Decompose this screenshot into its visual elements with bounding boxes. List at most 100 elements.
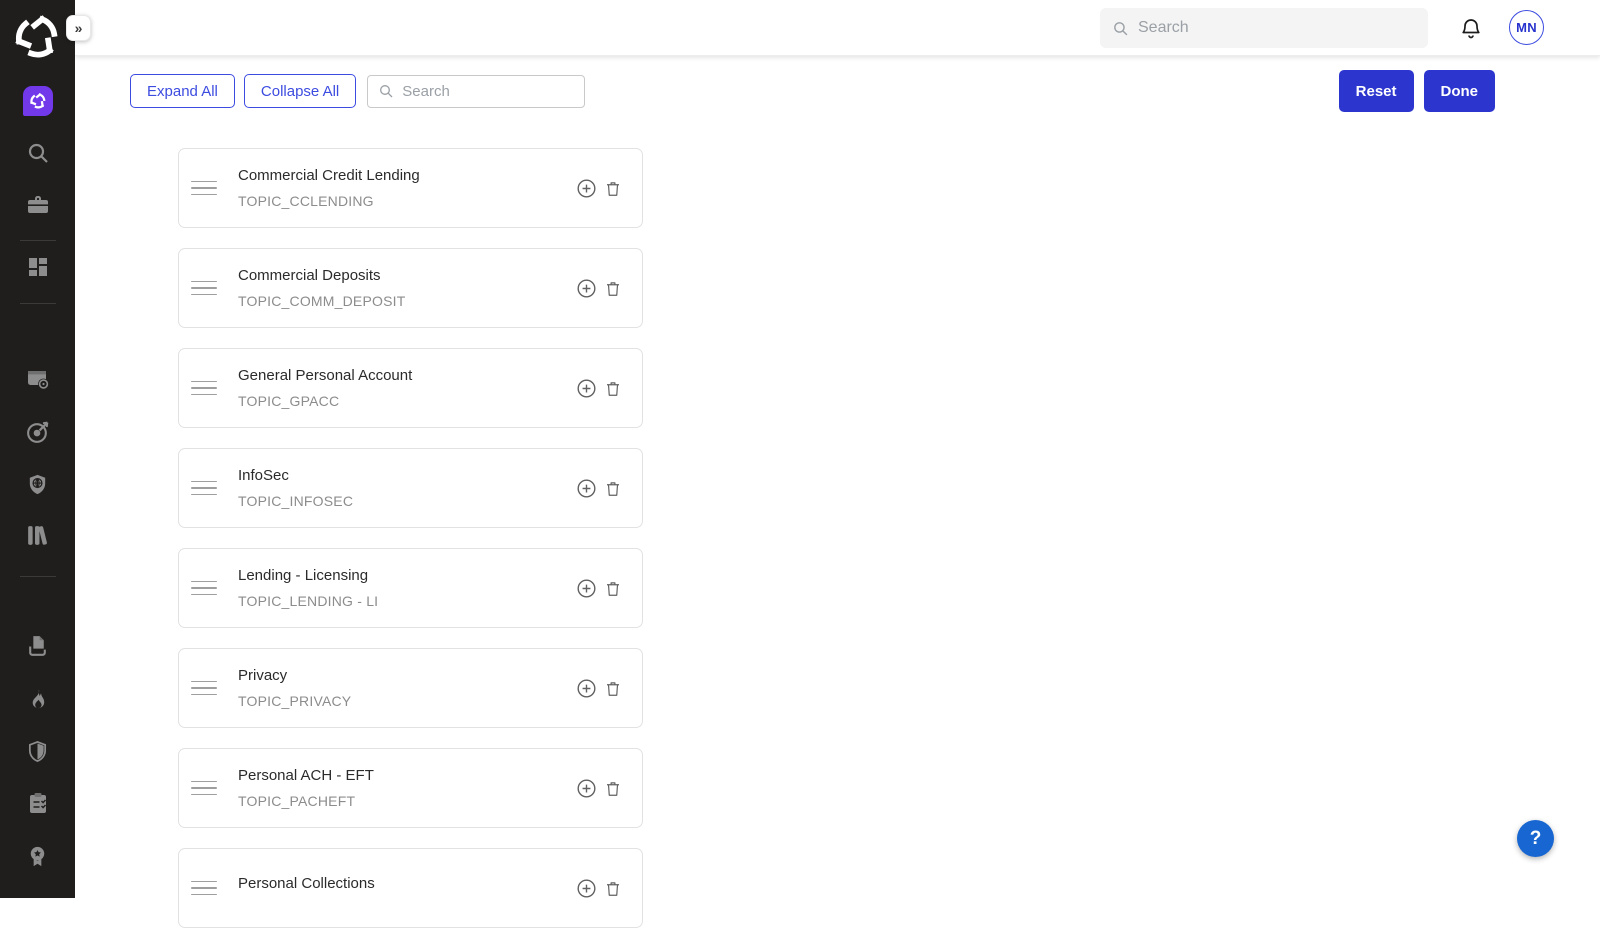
search-icon [1112,20,1129,37]
help-button[interactable]: ? [1517,820,1554,857]
sidebar-item-dashboard[interactable] [0,255,75,279]
sidebar-item-hot-items[interactable] [0,688,75,711]
top-header: Search MN [75,0,1600,56]
done-button[interactable]: Done [1424,70,1496,112]
clipboard-tasks-icon [26,791,50,815]
collapse-all-button[interactable]: Collapse All [244,74,356,108]
topic-title: Commercial Deposits [238,267,576,284]
drag-handle-icon[interactable] [191,581,217,596]
bell-icon [1459,16,1483,40]
add-topic-button[interactable] [576,578,597,599]
drag-handle-icon[interactable] [191,181,217,196]
trash-icon [604,179,622,198]
topic-list: Commercial Credit Lending TOPIC_CCLENDIN… [178,148,643,928]
global-search-placeholder: Search [1138,19,1189,37]
company-logo[interactable] [12,12,62,62]
delete-topic-button[interactable] [604,779,622,798]
dashboard-icon [26,255,50,279]
delete-topic-button[interactable] [604,579,622,598]
topic-code: TOPIC_PRIVACY [238,693,576,709]
trash-icon [604,779,622,798]
sidebar-item-protection[interactable] [0,740,75,763]
search-icon [26,141,50,165]
sidebar-expand-button[interactable]: » [66,15,91,41]
sidebar-item-assistant[interactable] [0,86,75,116]
topic-card: Lending - Licensing TOPIC_LENDING - LI [178,548,643,628]
plus-circle-icon [576,578,597,599]
add-topic-button[interactable] [576,478,597,499]
topic-title: Personal ACH - EFT [238,767,576,784]
topic-title: Privacy [238,667,576,684]
add-topic-button[interactable] [576,278,597,299]
trash-icon [604,679,622,698]
plus-circle-icon [576,478,597,499]
sidebar-item-goals[interactable] [0,420,75,445]
topic-code: TOPIC_INFOSEC [238,493,576,509]
reset-button[interactable]: Reset [1339,70,1414,112]
delete-topic-button[interactable] [604,879,622,898]
expand-all-button[interactable]: Expand All [130,74,235,108]
topic-code: TOPIC_COMM_DEPOSIT [238,293,576,309]
sidebar-divider [20,303,56,304]
drag-handle-icon[interactable] [191,781,217,796]
sidebar-divider [20,240,56,241]
sidebar-item-global-security[interactable] [0,473,75,496]
topic-title: InfoSec [238,467,576,484]
plus-circle-icon [576,878,597,899]
topic-title: Lending - Licensing [238,567,576,584]
topics-toolbar: Expand All Collapse All Search Reset Don… [75,56,1600,112]
briefcase-icon [26,193,50,217]
topic-card: InfoSec TOPIC_INFOSEC [178,448,643,528]
add-topic-button[interactable] [576,778,597,799]
trash-icon [604,279,622,298]
topic-card: Personal Collections [178,848,643,928]
drag-handle-icon[interactable] [191,881,217,896]
shield-half-icon [26,740,49,763]
search-icon [378,83,394,99]
plus-circle-icon [576,678,597,699]
topic-title: Commercial Credit Lending [238,167,576,184]
main-content: Expand All Collapse All Search Reset Don… [75,56,1600,898]
award-badge-icon [26,845,49,868]
sidebar [0,0,75,898]
drag-handle-icon[interactable] [191,281,217,296]
drag-handle-icon[interactable] [191,481,217,496]
user-avatar[interactable]: MN [1509,10,1544,45]
topic-card: General Personal Account TOPIC_GPACC [178,348,643,428]
add-topic-button[interactable] [576,178,597,199]
topic-code: TOPIC_CCLENDING [238,193,576,209]
sidebar-item-search[interactable] [0,141,75,165]
topic-title: Personal Collections [238,875,576,892]
library-icon [24,522,51,549]
document-scan-icon [25,634,50,659]
add-topic-button[interactable] [576,378,597,399]
delete-topic-button[interactable] [604,379,622,398]
delete-topic-button[interactable] [604,479,622,498]
plus-circle-icon [576,378,597,399]
sidebar-item-achievements[interactable] [0,845,75,868]
add-topic-button[interactable] [576,878,597,899]
plus-circle-icon [576,178,597,199]
sidebar-item-checklist[interactable] [0,791,75,815]
flame-icon [26,688,49,711]
drag-handle-icon[interactable] [191,381,217,396]
sidebar-item-records-alerts[interactable] [0,366,75,392]
global-search-input[interactable]: Search [1100,8,1428,48]
sidebar-item-library[interactable] [0,522,75,549]
trash-icon [604,379,622,398]
add-topic-button[interactable] [576,678,597,699]
delete-topic-button[interactable] [604,279,622,298]
notifications-button[interactable] [1459,16,1483,40]
drag-handle-icon[interactable] [191,681,217,696]
topic-code: TOPIC_PACHEFT [238,793,576,809]
sidebar-item-workspace[interactable] [0,193,75,217]
topics-search-input[interactable]: Search [367,75,585,108]
shield-globe-icon [26,473,49,496]
target-icon [25,420,50,445]
delete-topic-button[interactable] [604,679,622,698]
sidebar-item-document-intake[interactable] [0,634,75,659]
topic-card: Commercial Deposits TOPIC_COMM_DEPOSIT [178,248,643,328]
plus-circle-icon [576,778,597,799]
topic-title: General Personal Account [238,367,576,384]
delete-topic-button[interactable] [604,179,622,198]
